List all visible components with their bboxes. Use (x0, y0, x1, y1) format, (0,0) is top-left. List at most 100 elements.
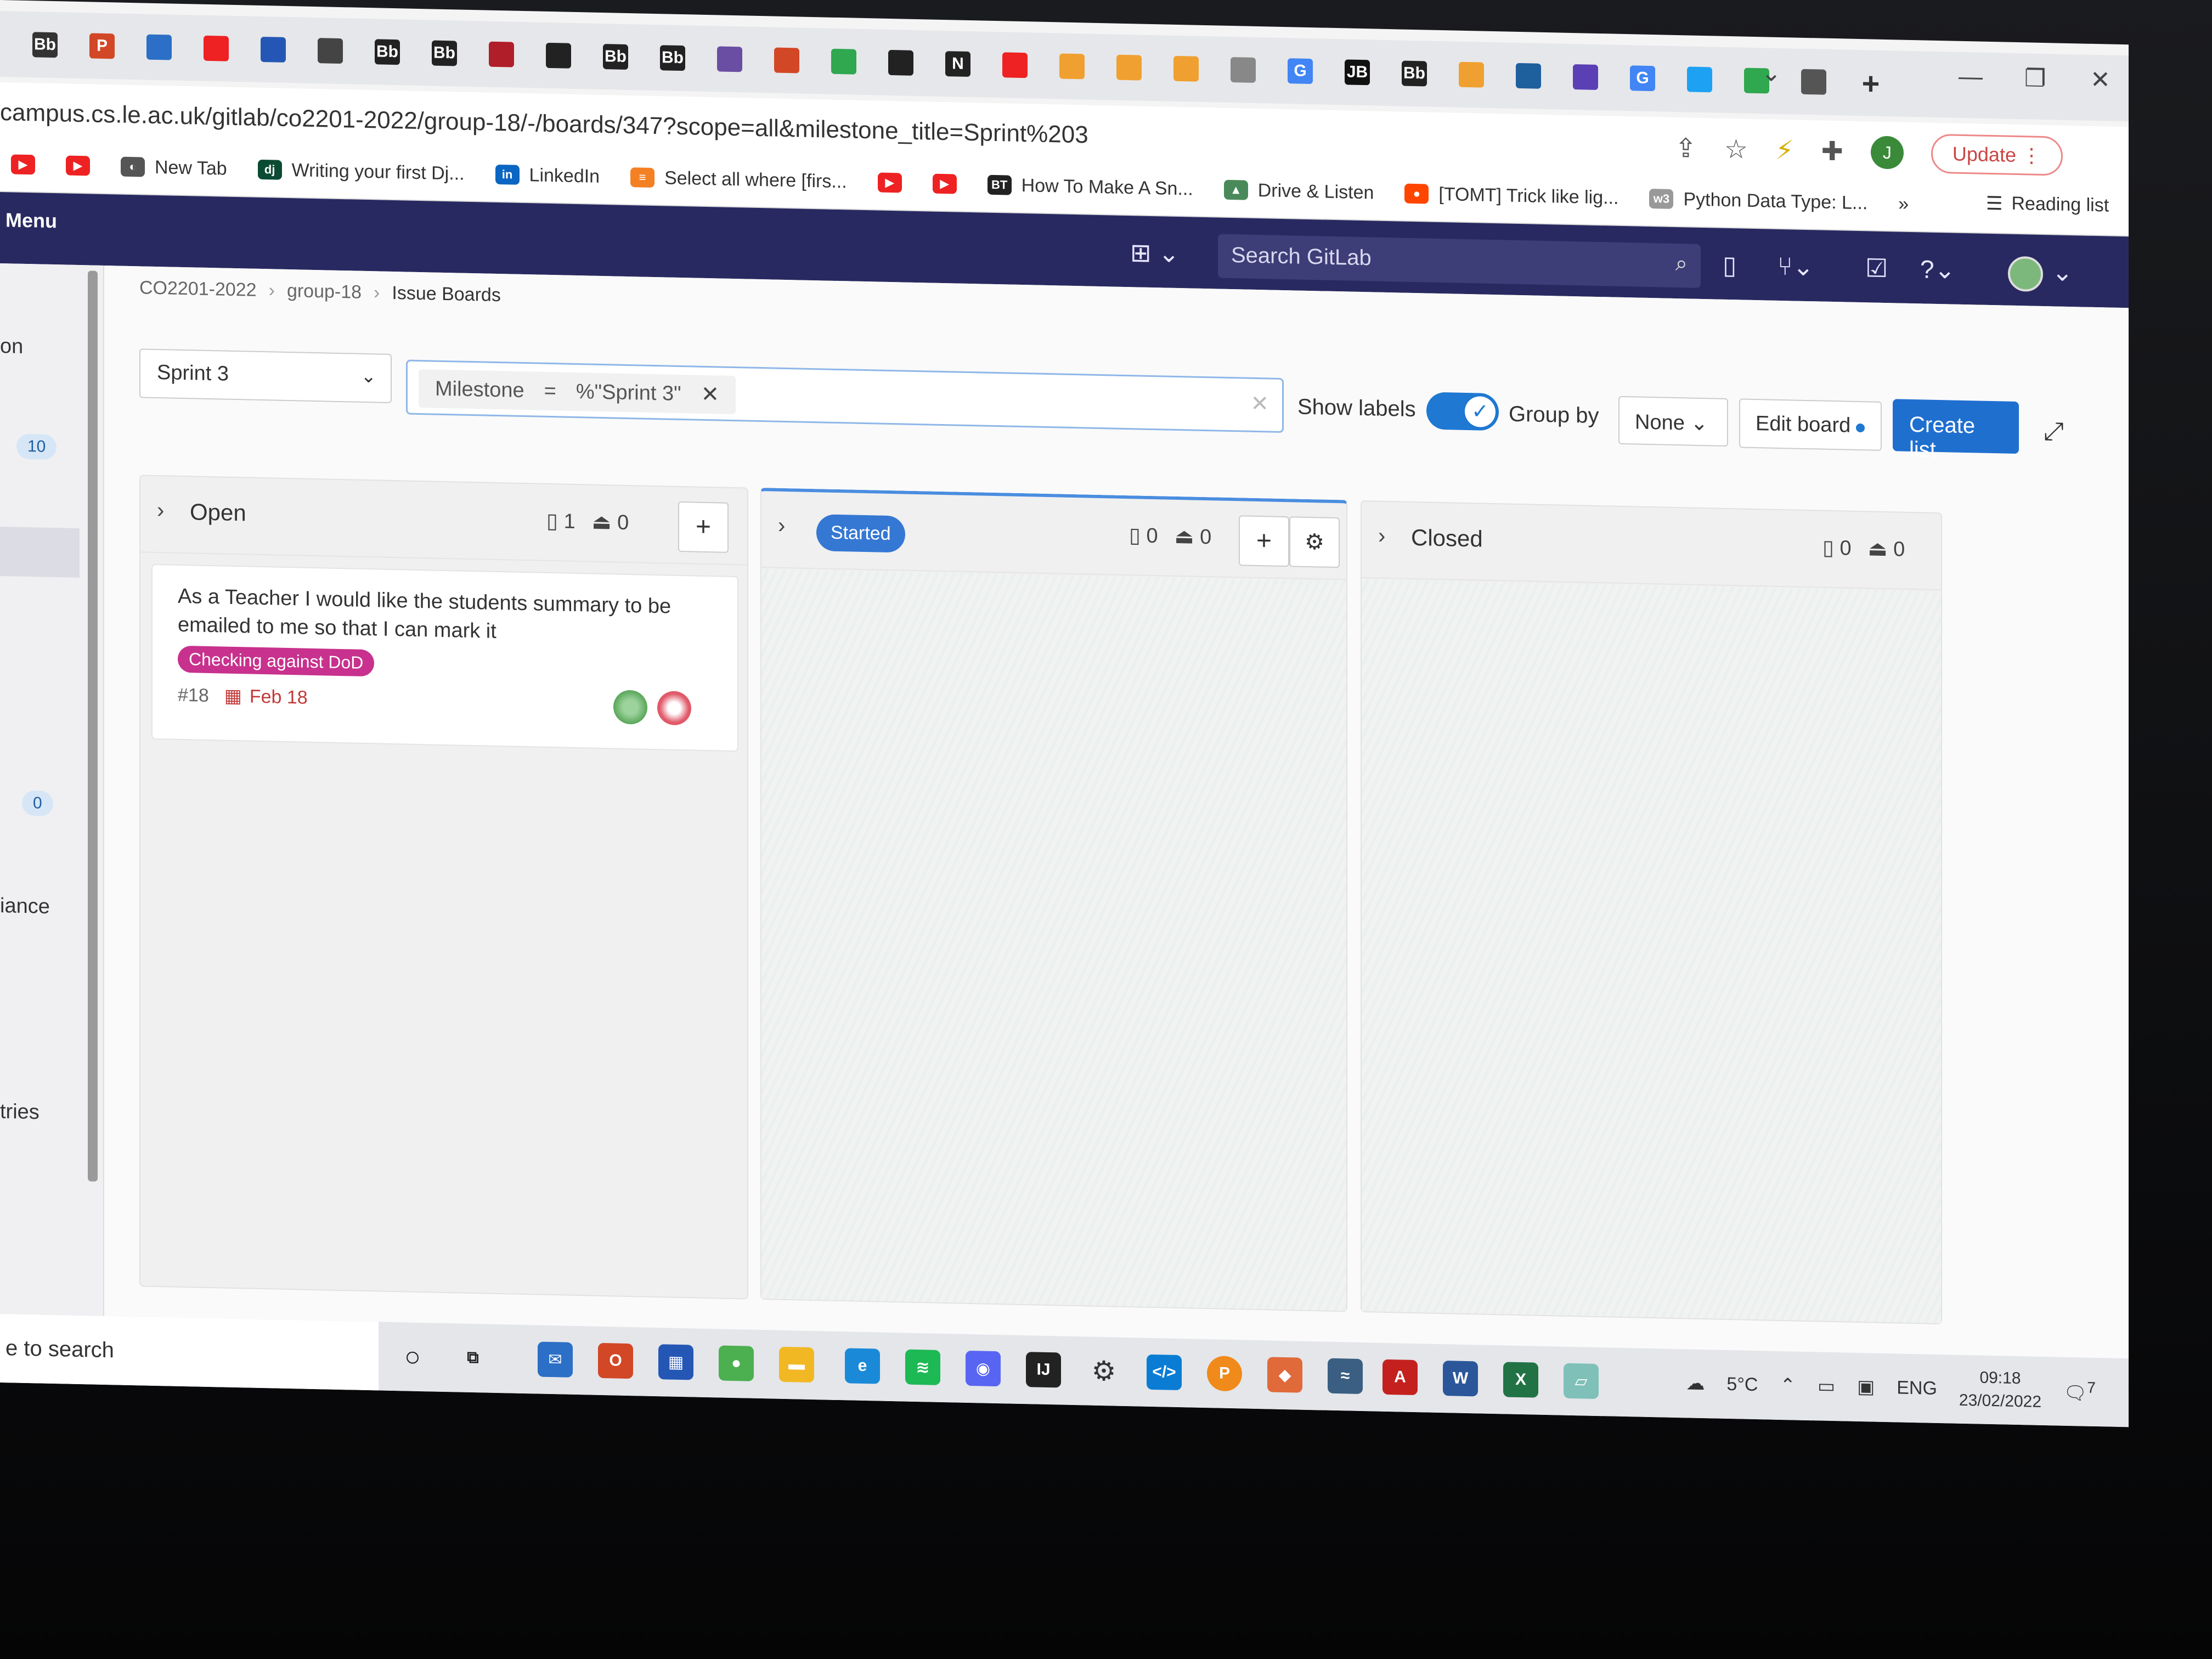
spotify-icon[interactable]: ≋ (905, 1349, 940, 1385)
bookmark-item[interactable]: ▲ Drive & Listen (1223, 179, 1374, 204)
chevron-right-icon[interactable]: › (1378, 524, 1385, 549)
menu-button[interactable]: Menu (5, 208, 57, 233)
bookmark-item[interactable]: w3 Python Data Type: L... (1649, 188, 1867, 213)
bookmark-star-icon[interactable]: ☆ (1724, 134, 1748, 165)
minimize-icon[interactable]: — (1959, 63, 1983, 91)
browser-tab[interactable] (1101, 42, 1158, 93)
new-issue-button[interactable]: + (1239, 515, 1289, 567)
word-icon[interactable]: W (1443, 1361, 1478, 1397)
bookmark-item[interactable]: ▶ (66, 155, 90, 176)
clear-filter-icon[interactable]: ✕ (1250, 391, 1269, 417)
issue-label-badge[interactable]: Checking against DoD (178, 645, 375, 677)
weather-icon[interactable]: ☁ (1686, 1372, 1705, 1395)
cortana-icon[interactable]: ○ (395, 1339, 430, 1374)
edge-icon[interactable]: e (845, 1348, 880, 1384)
chevron-right-icon[interactable]: › (157, 498, 164, 523)
fullscreen-icon[interactable]: ⤢ (2044, 416, 2064, 447)
bookmark-item[interactable]: ◐ New Tab (121, 156, 227, 179)
notification-icon[interactable]: 🗨7 (2063, 1379, 2096, 1405)
user-avatar[interactable] (2008, 256, 2043, 292)
show-labels-toggle[interactable]: ✓ (1426, 392, 1499, 431)
task-view-icon[interactable]: ⧉ (455, 1340, 490, 1375)
breadcrumb-item[interactable]: Issue Boards (392, 283, 500, 306)
list-settings-gear-icon[interactable]: ⚙ (1289, 516, 1340, 568)
profile-avatar[interactable]: J (1870, 136, 1904, 170)
webcam-icon[interactable]: ▭ (1818, 1375, 1835, 1397)
assignee-avatar[interactable] (657, 691, 691, 726)
chrome-icon[interactable]: ● (719, 1345, 754, 1381)
search-input[interactable]: Search GitLab ⌕ (1218, 234, 1701, 288)
browser-tab[interactable] (1785, 57, 1842, 107)
git-icon[interactable]: ◆ (1267, 1357, 1302, 1393)
bookmark-item[interactable]: ≡ Select all where [firs... (630, 167, 847, 193)
browser-tab[interactable] (131, 22, 188, 72)
browser-tab[interactable]: N (929, 38, 986, 89)
chevron-down-icon[interactable]: ⌄ (2052, 257, 2073, 287)
sidebar-item-label[interactable]: iance (0, 894, 50, 919)
create-list-button[interactable]: Create list (1893, 399, 2019, 462)
app-p-icon[interactable]: P (1207, 1356, 1242, 1392)
browser-tab[interactable]: Bb (1386, 48, 1443, 99)
browser-tab[interactable] (758, 35, 815, 86)
browser-tab[interactable]: G (1614, 53, 1671, 104)
new-item-icon[interactable]: ⊞ ⌄ (1130, 238, 1180, 268)
language-indicator[interactable]: ENG (1897, 1377, 1937, 1400)
settings-gear-icon[interactable]: ⚙ (1086, 1353, 1121, 1389)
browser-tab[interactable] (1215, 44, 1272, 95)
bookmark-item[interactable]: ▶ (877, 172, 902, 193)
sidebar-item-label[interactable]: tries (0, 1100, 40, 1125)
tab-search-icon[interactable]: ⌄ (1761, 59, 1781, 87)
network-icon[interactable]: ▣ (1857, 1376, 1875, 1398)
app-generic-icon[interactable]: ▱ (1564, 1363, 1599, 1400)
browser-tab[interactable]: P (74, 21, 131, 71)
bookmarks-overflow-icon[interactable]: » (1898, 193, 1909, 215)
browser-tab[interactable] (302, 26, 359, 76)
browser-tab[interactable] (188, 23, 245, 74)
update-button[interactable]: Update ⋮ (1931, 133, 2063, 176)
browser-tab[interactable]: Bb (16, 20, 74, 70)
browser-tab[interactable] (986, 40, 1043, 91)
acrobat-icon[interactable]: A (1383, 1359, 1418, 1396)
browser-tab[interactable] (1443, 49, 1500, 100)
help-icon[interactable]: ?⌄ (1920, 254, 1955, 284)
browser-tab[interactable] (473, 29, 530, 80)
sidebar-item-label[interactable]: on (0, 335, 23, 359)
breadcrumb-item[interactable]: CO2201-2022 (139, 277, 257, 301)
filter-token[interactable]: Milestone = %"Sprint 3" ✕ (419, 369, 736, 415)
browser-tab[interactable]: JB (1329, 47, 1386, 98)
board-select[interactable]: Sprint 3 ⌄ (139, 348, 392, 403)
browser-tab[interactable] (701, 34, 758, 84)
sidebar-active-item[interactable] (0, 527, 80, 578)
vscode-icon[interactable]: </> (1147, 1354, 1182, 1391)
browser-tab[interactable]: Bb (644, 33, 701, 83)
browser-tab[interactable] (1158, 43, 1215, 94)
office-icon[interactable]: O (598, 1342, 633, 1379)
browser-tab[interactable]: Bb (359, 27, 416, 77)
chevron-right-icon[interactable]: › (778, 514, 785, 538)
bookmark-item[interactable]: in LinkedIn (495, 163, 600, 187)
taskbar-search-input[interactable]: e to search (0, 1314, 379, 1391)
reading-list-button[interactable]: ☰ Reading list (1986, 193, 2112, 217)
bookmark-item[interactable]: ▶ (932, 173, 957, 194)
remove-token-icon[interactable]: ✕ (701, 382, 720, 408)
store-icon[interactable]: ▦ (658, 1344, 693, 1380)
close-window-icon[interactable]: ✕ (2090, 66, 2111, 94)
mysql-icon[interactable]: ≈ (1328, 1358, 1363, 1395)
browser-tab[interactable] (1557, 52, 1614, 102)
bookmark-item[interactable]: dj Writing your first Dj... (257, 159, 465, 184)
browser-tab[interactable] (530, 30, 587, 81)
breadcrumb-item[interactable]: group-18 (287, 280, 362, 303)
browser-tab[interactable] (815, 36, 872, 87)
browser-tab[interactable] (872, 37, 929, 88)
issues-icon[interactable]: ▯ (1723, 250, 1736, 280)
excel-icon[interactable]: X (1503, 1362, 1538, 1398)
file-explorer-icon[interactable]: ▬ (779, 1346, 814, 1383)
intellij-icon[interactable]: IJ (1026, 1352, 1061, 1388)
browser-tab[interactable]: G (1272, 46, 1329, 97)
clock[interactable]: 09:18 23/02/2022 (1959, 1366, 2041, 1414)
bookmark-item[interactable]: ▶ (11, 154, 35, 175)
sidebar-scrollbar[interactable] (88, 270, 98, 1182)
new-issue-button[interactable]: + (678, 501, 729, 553)
browser-tab[interactable]: Bb (416, 28, 473, 78)
weather-temp[interactable]: 5°C (1726, 1373, 1758, 1395)
